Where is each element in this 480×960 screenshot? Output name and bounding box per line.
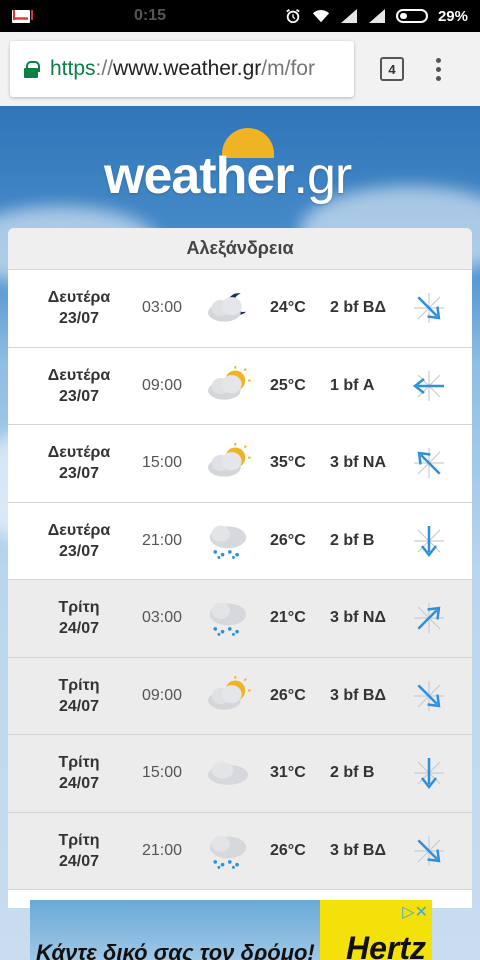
forecast-temp: 26°C	[270, 531, 306, 549]
arrow-southeast-icon	[414, 835, 444, 866]
arrow-southeast-icon	[414, 293, 444, 324]
forecast-wind: 3 bf ΒΔ	[330, 841, 386, 859]
forecast-row: Δευτέρα 23/07 09:00 25°C 1 bf Α	[8, 348, 472, 425]
forecast-row: Τρίτη 24/07 15:00 31°C 2 bf Β	[8, 735, 472, 813]
forecast-row: Δευτέρα 23/07 03:00 24°C 2 bf ΒΔ	[8, 270, 472, 348]
forecast-row: Δευτέρα 23/07 15:00 35°C 3 bf ΝΑ	[8, 425, 472, 503]
location-title: Αλεξάνδρεια	[8, 228, 472, 270]
moon-cloud-icon	[208, 293, 247, 322]
forecast-time: 15:00	[142, 764, 183, 782]
forecast-day: Δευτέρα 23/07	[47, 289, 111, 328]
forecast-time: 03:00	[142, 609, 183, 627]
forecast-day: Δευτέρα 23/07	[47, 444, 111, 483]
rain-cloud-icon	[209, 602, 247, 637]
sun-cloud-icon	[208, 675, 251, 710]
forecast-row: Τρίτη 24/07 03:00 21°C 3 bf ΝΔ	[8, 580, 472, 658]
forecast-temp: 24°C	[270, 299, 306, 317]
browser-toolbar: https://www.weather.gr/m/for 4	[0, 32, 480, 106]
alarm-icon	[286, 9, 300, 24]
gmail-icon	[12, 9, 33, 23]
signal-icon-2	[368, 9, 385, 23]
forecast-wind: 3 bf ΝΔ	[330, 609, 386, 627]
forecast-wind: 3 bf ΒΔ	[330, 686, 386, 704]
forecast-time: 03:00	[142, 299, 183, 317]
site-logo[interactable]: weather.gr	[104, 128, 384, 205]
arrow-south-icon	[414, 758, 444, 790]
forecast-row: Τρίτη 24/07 09:00 26°C 3 bf ΒΔ	[8, 657, 472, 735]
forecast-temp: 25°C	[270, 376, 306, 394]
forecast-time: 15:00	[142, 454, 183, 472]
forecast-row: Τρίτη 24/07 21:00 26°C 3 bf ΒΔ	[8, 812, 472, 890]
address-bar[interactable]: https://www.weather.gr/m/for	[10, 41, 354, 97]
forecast-day: Τρίτη 24/07	[58, 599, 100, 638]
rain-cloud-icon	[209, 525, 247, 559]
forecast-day: Τρίτη 24/07	[58, 754, 100, 793]
forecast-wind: 1 bf Α	[330, 376, 375, 394]
forecast-time: 09:00	[142, 686, 183, 704]
forecast-day: Δευτέρα 23/07	[47, 521, 111, 560]
forecast-time: 21:00	[142, 531, 183, 549]
forecast-temp: 26°C	[270, 841, 306, 859]
forecast-wind: 2 bf Β	[330, 531, 375, 549]
wifi-icon	[312, 10, 330, 23]
lock-icon	[24, 61, 40, 78]
arrow-south-icon	[414, 525, 444, 557]
forecast-temp: 21°C	[270, 609, 306, 627]
forecast-day: Δευτέρα 23/07	[47, 366, 111, 405]
arrow-west-icon	[412, 370, 444, 401]
ad-banner[interactable]: ▷✕ Κάντε δικό σας τον δρόμο! Hertz	[30, 900, 432, 960]
arrow-northwest-icon	[414, 448, 444, 479]
forecast-time: 21:00	[142, 841, 183, 859]
ad-brand: Hertz	[345, 930, 426, 960]
forecast-wind: 2 bf Β	[330, 764, 375, 782]
overflow-menu-icon[interactable]	[436, 57, 441, 81]
forecast-temp: 26°C	[270, 686, 306, 704]
battery-percent: 29%	[437, 7, 468, 25]
cloud-icon	[208, 762, 248, 786]
forecast-temp: 35°C	[270, 454, 306, 472]
forecast-temp: 31°C	[270, 764, 306, 782]
forecast-time: 09:00	[142, 376, 183, 394]
arrow-northeast-icon	[414, 603, 444, 634]
forecast-panel: Αλεξάνδρεια Δευτέρα 23/07 03:00 24°C 2 bf ΒΔ…	[8, 228, 472, 908]
clock: 0:15	[134, 7, 167, 24]
tab-switcher-button[interactable]: 4	[380, 57, 404, 81]
ad-choices-icon[interactable]: ▷✕	[402, 902, 428, 922]
status-bar: 0:15 29%	[0, 0, 480, 32]
forecast-day: Τρίτη 24/07	[58, 831, 100, 870]
forecast-wind: 3 bf ΝΑ	[330, 454, 386, 472]
battery-icon	[395, 9, 428, 23]
arrow-southeast-icon	[414, 680, 444, 711]
sun-cloud-icon	[208, 443, 251, 477]
forecast-day: Τρίτη 24/07	[58, 676, 100, 715]
url-text: https://www.weather.gr/m/for	[50, 57, 315, 80]
forecast-wind: 2 bf ΒΔ	[330, 299, 386, 317]
signal-icon	[340, 9, 357, 23]
ad-text: Κάντε δικό σας τον δρόμο!	[36, 940, 315, 960]
forecast-row: Δευτέρα 23/07 21:00 26°C 2 bf Β	[8, 503, 472, 580]
rain-cloud-icon	[209, 835, 247, 869]
sun-cloud-icon	[208, 365, 251, 400]
page-content: weather.gr Αλεξάνδρεια Δευτέρα 23/07 03:00…	[0, 106, 480, 960]
